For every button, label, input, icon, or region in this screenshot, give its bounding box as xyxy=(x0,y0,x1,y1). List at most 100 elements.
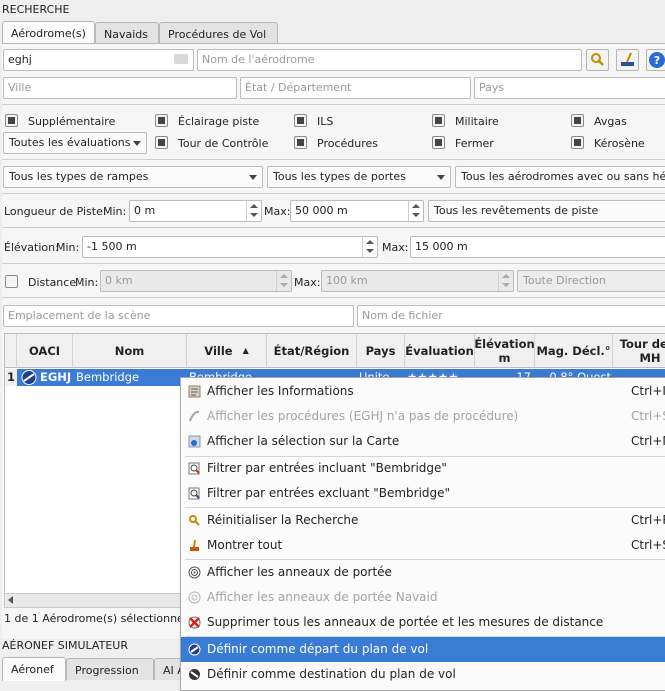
menu-item-range-rings[interactable]: Afficher les anneaux de portée xyxy=(181,560,665,585)
menu-item-remove-rings[interactable]: Supprimer tous les anneaux de portée et … xyxy=(181,610,665,635)
checkbox-mark[interactable] xyxy=(432,136,445,149)
country-input[interactable]: Pays xyxy=(474,77,665,99)
elevation-label: Élévation: xyxy=(4,241,59,254)
column-header-ville[interactable]: Ville ▲ xyxy=(187,334,267,368)
elevation-max-spinbox[interactable]: 15 000 m xyxy=(410,236,665,258)
elevation-min-spinbox[interactable]: -1 500 m xyxy=(82,236,378,258)
checkbox-tour[interactable]: Tour de Contrôle xyxy=(155,136,268,150)
column-header-tour[interactable]: Tour de C MH xyxy=(613,334,665,368)
tab-navaids[interactable]: Navaids xyxy=(95,22,159,44)
menu-item-label: Définir comme destination du plan de vol xyxy=(207,667,456,681)
checkbox-mark[interactable] xyxy=(155,114,168,127)
distance-min-spinbox[interactable]: 0 km xyxy=(100,270,292,292)
menu-item-shortcut: Ctrl+Sh xyxy=(631,409,665,423)
column-header-nom[interactable]: Nom xyxy=(73,334,187,368)
helipad-dropdown[interactable]: Tous les aérodromes avec ou sans hélip xyxy=(455,166,665,188)
menu-item-show-info[interactable]: Afficher les Informations Ctrl+I xyxy=(181,379,665,404)
checkbox-label: Kérosène xyxy=(594,137,645,150)
filter-exclude-icon xyxy=(188,487,200,500)
spin-arrows-icon[interactable] xyxy=(276,271,291,291)
checkbox-label: Distance xyxy=(28,276,77,289)
column-header-oaci[interactable]: OACI xyxy=(17,334,73,368)
column-header-etat[interactable]: État/Région xyxy=(267,334,357,368)
checkbox-procedures[interactable]: Procédures xyxy=(294,136,378,150)
checkbox-kerosene[interactable]: Kérosène xyxy=(571,136,645,150)
gate-types-dropdown[interactable]: Tous les types de portes xyxy=(267,166,451,188)
spin-arrows-icon[interactable] xyxy=(408,201,423,221)
checkbox-mark[interactable] xyxy=(432,114,445,127)
search-icon xyxy=(591,53,604,66)
menu-item-filter-exclude[interactable]: Filtrer par entrées excluant "Bembridge" xyxy=(181,481,665,506)
clear-icon[interactable] xyxy=(174,54,188,64)
column-header-elevation[interactable]: Élévation m xyxy=(474,334,535,368)
divider xyxy=(2,227,665,228)
tab-aerodromes[interactable]: Aérodrome(s) xyxy=(2,21,95,45)
menu-item-shortcut: Ctrl+M xyxy=(631,434,665,448)
divider xyxy=(2,193,665,194)
runway-min-spinbox[interactable]: 0 m xyxy=(129,200,262,222)
filename-input[interactable]: Nom de fichier xyxy=(357,305,665,327)
checkbox-mark[interactable] xyxy=(571,136,584,149)
bottom-panel-title: AÉRONEF SIMULATEUR xyxy=(2,639,128,652)
checkbox-avgas[interactable]: Avgas xyxy=(571,114,627,128)
menu-item-navaid-rings[interactable]: Afficher les anneaux de portée Navaid xyxy=(181,585,665,610)
checkbox-mark[interactable] xyxy=(5,114,18,127)
procedure-icon xyxy=(189,410,200,422)
tab-progression[interactable]: Progression xyxy=(66,658,154,680)
menu-item-label: Afficher les anneaux de portée Navaid xyxy=(207,590,438,604)
menu-item-reset-search[interactable]: Réinitialiser la Recherche Ctrl+R xyxy=(181,508,665,533)
menu-item-shortcut: Ctrl+I xyxy=(631,384,665,398)
spinbox-value: 15 000 m xyxy=(415,240,468,253)
city-input[interactable]: Ville xyxy=(3,77,237,99)
reset-button[interactable] xyxy=(616,49,639,71)
spin-arrows-icon[interactable] xyxy=(246,201,261,221)
checkbox-mark[interactable] xyxy=(571,114,584,127)
checkbox-mark[interactable] xyxy=(294,114,307,127)
divider xyxy=(2,263,665,264)
distance-max-spinbox[interactable]: 100 km xyxy=(321,270,514,292)
menu-item-set-departure[interactable]: Définir comme départ du plan de vol xyxy=(181,637,665,662)
checkbox-militaire[interactable]: Militaire xyxy=(432,114,499,128)
checkbox-label: Éclairage piste xyxy=(178,115,260,128)
runway-max-spinbox[interactable]: 50 000 m xyxy=(290,200,424,222)
checkbox-mark[interactable] xyxy=(294,136,307,149)
checkbox-ils[interactable]: ILS xyxy=(294,114,333,128)
surface-dropdown[interactable]: Tous les revêtements de piste xyxy=(428,200,665,222)
menu-item-show-all[interactable]: Montrer tout Ctrl+Sh xyxy=(181,533,665,558)
search-button[interactable] xyxy=(586,49,609,71)
state-input[interactable]: État / Département xyxy=(240,77,471,99)
checkbox-mark[interactable] xyxy=(155,136,168,149)
menu-item-label: Afficher les anneaux de portée xyxy=(207,565,392,579)
checkbox-mark[interactable] xyxy=(5,275,18,288)
dropdown-value: Toute Direction xyxy=(523,274,606,287)
checkbox-supplementaire[interactable]: Supplémentaire xyxy=(5,114,115,128)
checkbox-distance[interactable]: Distance xyxy=(5,275,76,289)
navaid-rings-icon xyxy=(188,591,201,604)
spin-arrows-icon[interactable] xyxy=(362,237,377,257)
menu-item-show-procedures[interactable]: Afficher les procédures (EGHJ n'a pas de… xyxy=(181,404,665,429)
tab-aeronef[interactable]: Aéronef xyxy=(2,657,66,681)
spin-arrows-icon[interactable] xyxy=(498,271,513,291)
menu-item-set-destination[interactable]: Définir comme destination du plan de vol xyxy=(181,662,665,687)
help-button[interactable]: ? xyxy=(646,49,665,71)
chevron-down-icon xyxy=(249,175,257,180)
cell-icao: EGHJ xyxy=(40,370,72,384)
menu-item-show-on-map[interactable]: Afficher la sélection sur la Carte Ctrl+… xyxy=(181,429,665,454)
ramp-types-dropdown[interactable]: Tous les types de rampes xyxy=(3,166,263,188)
checkbox-fermer[interactable]: Fermer xyxy=(432,136,494,150)
icao-input[interactable]: eghj xyxy=(3,49,194,71)
menu-item-filter-include[interactable]: Filtrer par entrées incluant "Bembridge" xyxy=(181,456,665,481)
direction-dropdown[interactable]: Toute Direction xyxy=(517,270,665,292)
evaluations-dropdown[interactable]: Toutes les évaluations xyxy=(3,132,147,154)
column-header-decl[interactable]: Mag. Décl.° xyxy=(535,334,613,368)
checkbox-eclairage[interactable]: Éclairage piste xyxy=(155,114,259,128)
context-menu: Afficher les Informations Ctrl+I Affiche… xyxy=(180,377,665,691)
tab-procedures[interactable]: Procédures de Vol xyxy=(159,22,278,44)
airport-name-input[interactable]: Nom de l'aérodrome xyxy=(197,49,582,71)
scroll-left-icon[interactable] xyxy=(8,596,13,604)
column-header-pays[interactable]: Pays xyxy=(357,334,405,368)
column-header-evaluation[interactable]: Évaluation xyxy=(405,334,475,368)
menu-item-label: Afficher les procédures (EGHJ n'a pas de… xyxy=(207,409,519,423)
scene-location-input[interactable]: Emplacement de la scène xyxy=(3,305,354,327)
menu-item-label: Afficher les Informations xyxy=(207,384,354,398)
